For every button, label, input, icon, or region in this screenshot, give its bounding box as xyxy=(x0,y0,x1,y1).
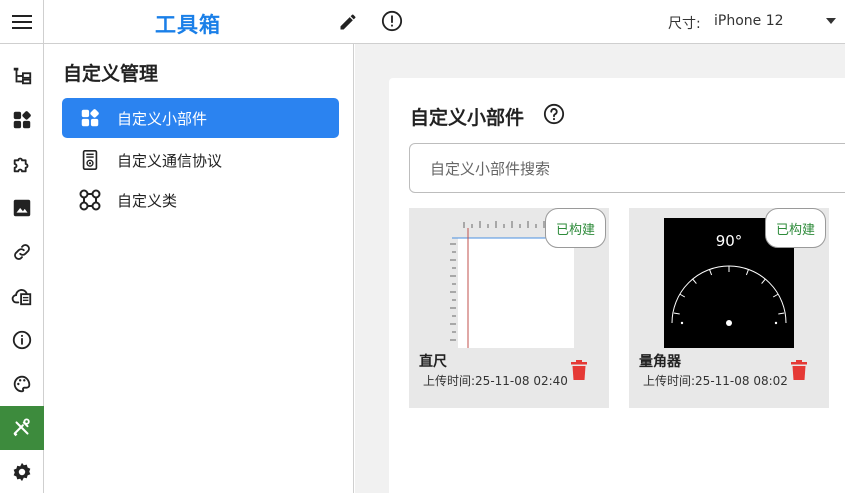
pencil-edit-icon[interactable] xyxy=(338,12,358,32)
hamburger-menu-icon xyxy=(11,15,32,29)
main-content: 自定义小部件 自定义小部件搜索 已构建 直尺 上传时间:25-11-08 02:… xyxy=(355,44,845,493)
sidebar-item-label: 自定义小部件 xyxy=(117,109,208,128)
device-size-select[interactable]: iPhone 12 xyxy=(714,13,784,29)
widget-name: 直尺 xyxy=(419,354,447,370)
widget-card-ruler[interactable]: 已构建 直尺 上传时间:25-11-08 02:40 xyxy=(409,208,609,408)
caret-down-icon[interactable] xyxy=(826,18,836,24)
build-status-badge: 已构建 xyxy=(545,208,607,248)
build-status-badge: 已构建 xyxy=(765,208,827,248)
widget-upload-time: 上传时间:25-11-08 08:02 xyxy=(643,374,788,388)
widget-card-protractor[interactable]: 90° 已构建 量角器 上传时间:25-11-08 08:02 xyxy=(629,208,829,408)
alert-info-icon[interactable] xyxy=(381,10,403,32)
info-icon xyxy=(12,330,32,350)
custom-management-sidebar: 自定义管理 自定义小部件 自定义通信协议 自定义类 xyxy=(47,44,354,493)
angle-readout: 90° xyxy=(716,232,743,250)
sidebar-item-custom-widgets[interactable]: 自定义小部件 xyxy=(62,98,339,138)
rail-item-toolbox[interactable] xyxy=(0,406,44,450)
top-bar: 工具箱 尺寸: iPhone 12 xyxy=(0,0,845,44)
widget-search-input[interactable] xyxy=(430,158,830,180)
rail-item-tree[interactable] xyxy=(0,54,44,98)
palette-icon xyxy=(13,375,31,393)
delete-trash-icon[interactable] xyxy=(570,360,588,380)
help-icon[interactable] xyxy=(543,103,565,125)
widgets-icon xyxy=(78,106,102,130)
sidebar-item-custom-protocol[interactable]: 自定义通信协议 xyxy=(62,140,339,180)
app-title: 工具箱 xyxy=(155,13,221,37)
rail-item-plugins[interactable] xyxy=(0,142,44,186)
cloud-list-icon xyxy=(11,289,32,306)
page-title: 自定义小部件 xyxy=(410,107,525,129)
custom-widgets-card: 自定义小部件 自定义小部件搜索 已构建 直尺 上传时间:25-11-08 02:… xyxy=(389,78,845,493)
sidebar-item-label: 自定义通信协议 xyxy=(117,151,223,170)
sidebar-item-custom-class[interactable]: 自定义类 xyxy=(62,180,339,220)
rail-item-images[interactable] xyxy=(0,186,44,230)
sidebar-title: 自定义管理 xyxy=(63,63,159,85)
tools-icon xyxy=(13,418,30,437)
widget-name: 量角器 xyxy=(639,354,681,370)
device-size-label: 尺寸: xyxy=(668,16,701,32)
tree-structure-icon xyxy=(13,67,32,85)
gear-icon xyxy=(13,462,31,482)
rail-item-widgets[interactable] xyxy=(0,98,44,142)
widgets-icon xyxy=(13,111,31,129)
rail-item-theme[interactable] xyxy=(0,362,44,406)
widget-search-box xyxy=(409,143,845,193)
puzzle-icon xyxy=(13,157,29,173)
rail-item-links[interactable] xyxy=(0,230,44,274)
class-nodes-icon xyxy=(78,188,102,212)
menu-button[interactable] xyxy=(0,0,44,44)
protocol-document-icon xyxy=(78,148,102,172)
link-icon xyxy=(14,244,30,260)
image-icon xyxy=(13,199,31,217)
rail-item-cloud[interactable] xyxy=(0,274,44,318)
widget-upload-time: 上传时间:25-11-08 02:40 xyxy=(423,374,568,388)
icon-rail xyxy=(0,44,44,493)
rail-item-settings[interactable] xyxy=(0,450,44,493)
rail-item-about[interactable] xyxy=(0,318,44,362)
delete-trash-icon[interactable] xyxy=(790,360,808,380)
sidebar-item-label: 自定义类 xyxy=(117,191,178,210)
